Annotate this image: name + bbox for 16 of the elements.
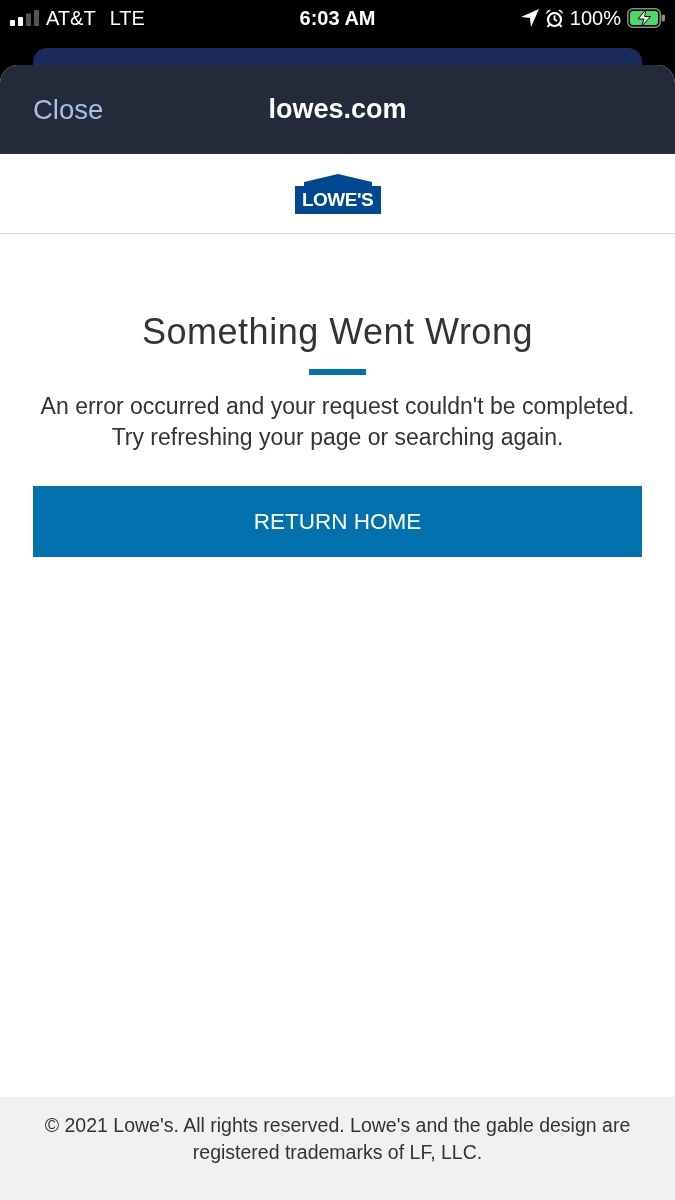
status-time: 6:03 AM	[299, 6, 376, 30]
location-arrow-icon	[520, 9, 539, 27]
return-home-button[interactable]: RETURN HOME	[33, 486, 642, 557]
battery-percent: 100%	[569, 6, 621, 30]
network-type: LTE	[109, 6, 145, 30]
store-logo[interactable]: LOWE'S	[294, 173, 381, 214]
signal-icon	[10, 10, 40, 26]
carrier-name: AT&T	[46, 6, 96, 30]
page-title: lowes.com	[268, 94, 407, 125]
error-title: Something Went Wrong	[142, 310, 533, 354]
error-message: An error occurred and your request couldn't be completed. Try refreshing your page or searching again.	[39, 392, 636, 452]
title-underline	[309, 369, 366, 375]
copyright-text: © 2021 Lowe's. All rights reserved. Lowe's and the gable design are registered trademarks of LF, LLC.	[43, 1113, 632, 1165]
alarm-clock-icon	[544, 8, 564, 28]
battery-charging-icon	[627, 8, 665, 28]
close-button[interactable]: Close	[33, 93, 104, 126]
